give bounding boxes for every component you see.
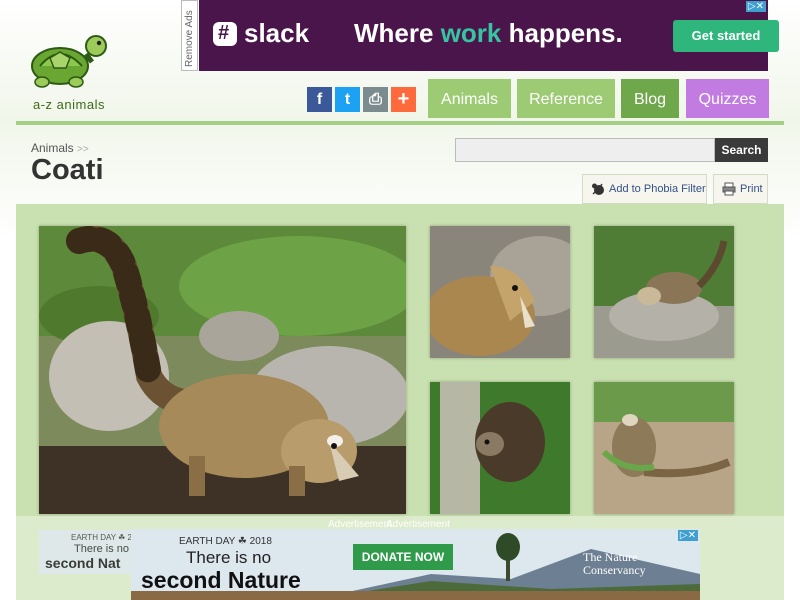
get-started-button[interactable]: Get started [673,20,779,52]
coati-thumbnail-3[interactable] [430,382,570,514]
nature-conservancy-ad[interactable]: EARTH DAY ☘ 2018 There is no second Natu… [131,529,700,600]
page-title: Coati [31,154,104,186]
coati-thumbnail-image [594,382,734,514]
print-share-button[interactable]: ⎙ [363,87,388,112]
twitter-icon: t [344,91,351,108]
nav-tab-animals[interactable]: Animals [428,79,511,118]
coati-thumbnail-4[interactable] [594,382,734,514]
nav-tab-reference[interactable]: Reference [517,79,615,118]
remove-ads-label: Remove Ads [184,10,195,67]
search-button[interactable]: Search [715,138,768,162]
coati-thumbnail-2[interactable] [594,226,734,358]
breadcrumb: Animals >> [31,141,89,155]
ghost-ad-line1: There is no [74,543,130,555]
coati-thumbnail-1[interactable] [430,226,570,358]
nature-conservancy-logo: The Nature Conservancy [583,550,646,577]
phobia-filter-label: Add to Phobia Filter [609,183,706,195]
ghost-ad-line2: second Nat [45,555,121,571]
site-logo-text[interactable]: a-z animals [33,97,105,112]
twitter-share-button[interactable]: t [335,87,360,112]
top-advertisement[interactable]: Remove Ads slack Where work happens. Get… [181,0,779,71]
site-logo[interactable] [26,32,116,97]
search-input[interactable] [455,138,715,162]
main-coati-photo[interactable] [39,226,406,514]
coati-thumbnail-image [430,226,570,358]
coati-thumbnail-image [430,382,570,514]
print-button[interactable]: Print [713,174,768,204]
print-label: Print [740,183,763,195]
earth-day-label: EARTH DAY ☘ 2018 [179,536,272,547]
slack-headline: Where work happens. [354,18,623,48]
ad-choices-icon[interactable]: ▷✕ [745,1,766,12]
nav-tab-blog[interactable]: Blog [621,79,679,118]
ad-line-2: second Nature [141,567,301,593]
coati-thumbnail-image [594,226,734,358]
printer-icon: ⎙ [369,91,382,108]
facebook-icon: f [316,91,323,108]
slack-logo-icon [213,22,237,46]
phobia-filter-button[interactable]: Add to Phobia Filter [582,174,707,204]
ad-choices-icon[interactable]: ▷✕ [677,530,698,541]
printer-icon [722,182,736,196]
nav-tab-quizzes[interactable]: Quizzes [686,79,769,118]
breadcrumb-animals-link[interactable]: Animals [31,141,74,155]
ad-line-1: There is no [186,548,272,567]
nav-divider [16,121,784,125]
slack-ad-banner[interactable]: slack Where work happens. Get started ▷✕ [199,0,779,71]
plus-icon: + [397,88,410,110]
slack-brand: slack [244,18,310,48]
more-share-button[interactable]: + [391,87,416,112]
turtle-icon [31,35,107,88]
coati-image [39,226,406,514]
facebook-share-button[interactable]: f [307,87,332,112]
bug-icon [592,183,604,195]
remove-ads-button[interactable]: Remove Ads [181,0,198,71]
donate-now-button[interactable]: DONATE NOW [353,544,453,570]
